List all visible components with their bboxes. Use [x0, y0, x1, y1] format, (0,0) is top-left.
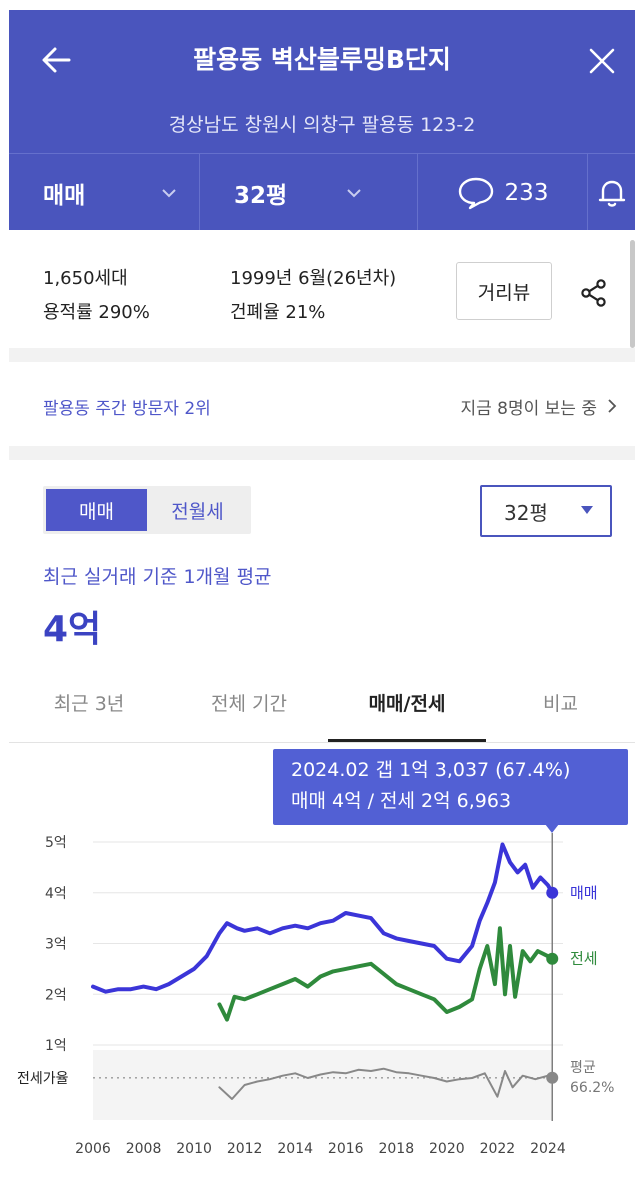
average-price: 4억 — [43, 609, 102, 650]
chevron-down-icon — [162, 189, 176, 198]
x-tick-label: 2010 — [176, 1141, 212, 1157]
chart-grid — [93, 841, 563, 1046]
complex-address: 경상남도 창원시 의창구 팔용동 123-2 — [168, 114, 476, 136]
y-tick-label: 3억 — [45, 937, 67, 953]
tab-all-period[interactable]: 전체 기간 — [169, 689, 329, 716]
app-frame: 팔용동 벽산블루밍B단지 경상남도 창원시 의창구 팔용동 123-2 매매 3… — [9, 0, 635, 1180]
y-tick-label: 5억 — [45, 835, 67, 851]
trade-segment: 매매 전월세 — [43, 486, 251, 534]
trade-type-label: 매매 — [43, 182, 86, 209]
chevron-down-icon — [347, 189, 361, 198]
complex-header: 팔용동 벽산블루밍B단지 경상남도 창원시 의창구 팔용동 123-2 매매 3… — [9, 10, 635, 231]
floor-area-ratio: 용적률 290% — [43, 302, 150, 323]
filter-bar: 매매 32평 233 — [9, 153, 635, 231]
divider — [9, 348, 635, 362]
visitor-rank: 팔용동 주간 방문자 2위 — [43, 399, 211, 419]
comments-button[interactable]: 233 — [418, 154, 588, 231]
end-markers: 매매전세평균 66.2% — [546, 884, 614, 1096]
x-tick-label: 2012 — [227, 1141, 263, 1157]
bell-icon — [598, 180, 625, 207]
ratio-band — [93, 1050, 553, 1120]
sale-end-label: 매매 — [570, 884, 598, 902]
size-label: 32평 — [234, 182, 288, 209]
chevron-right-icon — [608, 399, 617, 413]
x-tick-label: 2022 — [480, 1141, 516, 1157]
period-tabs: 최근 3년 전체 기간 매매/전세 비교 — [9, 665, 635, 743]
size-select[interactable]: 32평 — [480, 485, 612, 537]
jeonse-end-label: 전세 — [570, 950, 598, 968]
series-line-1 — [217, 926, 555, 1022]
viewers-now: 지금 8명이 보는 중 — [460, 399, 597, 419]
series-line-0 — [91, 842, 555, 994]
scrollbar[interactable] — [630, 240, 635, 348]
street-view-button[interactable]: 거리뷰 — [456, 262, 552, 320]
visitor-row[interactable]: 팔용동 주간 방문자 2위 지금 8명이 보는 중 — [9, 362, 635, 446]
divider — [9, 446, 635, 460]
comment-count: 233 — [504, 179, 549, 206]
close-icon[interactable] — [587, 46, 617, 76]
y-axis-ticks: 5억 4억 3억 2억 1억 — [45, 835, 67, 1054]
x-tick-label: 2020 — [429, 1141, 465, 1157]
built-year: 1999년 6월(26년차) — [230, 268, 397, 289]
tab-sale-jeonse[interactable]: 매매/전세 — [328, 689, 486, 716]
complex-info: 1,650세대 용적률 290% 1999년 6월(26년차) 건폐율 21% … — [9, 230, 635, 348]
chart-tooltip: 2024.02 갭 1억 3,037 (67.4%) 매매 4억 / 전세 2억… — [273, 749, 628, 825]
complex-title: 팔용동 벽산블루밍B단지 — [193, 45, 451, 74]
x-tick-label: 2018 — [378, 1141, 414, 1157]
households: 1,650세대 — [43, 268, 128, 289]
tab-compare[interactable]: 비교 — [486, 689, 635, 716]
share-icon[interactable] — [579, 278, 609, 308]
speech-bubble-icon — [458, 177, 493, 209]
y-tick-label: 2억 — [45, 987, 67, 1003]
ratio-end-value: 66.2% — [570, 1080, 614, 1096]
y-tick-label: 1억 — [45, 1038, 67, 1054]
tooltip-line-1: 2024.02 갭 1억 3,037 (67.4%) — [291, 759, 571, 781]
jeonse-end-dot — [546, 952, 559, 965]
tab-recent-3y[interactable]: 최근 3년 — [9, 689, 169, 716]
x-tick-label: 2014 — [277, 1141, 313, 1157]
tooltip-pointer-icon — [545, 824, 559, 833]
caret-down-icon — [581, 506, 593, 514]
x-tick-label: 2008 — [126, 1141, 162, 1157]
tooltip-line-2: 매매 4억 / 전세 2억 6,963 — [291, 790, 512, 812]
ratio-end-label: 평균 — [570, 1060, 596, 1076]
average-label: 최근 실거래 기준 1개월 평균 — [43, 566, 272, 588]
coverage-ratio: 건폐율 21% — [230, 302, 326, 323]
ratio-label: 전세가율 — [17, 1071, 69, 1087]
segment-rent[interactable]: 전월세 — [147, 489, 248, 531]
x-tick-label: 2016 — [328, 1141, 364, 1157]
size-select-value: 32평 — [504, 500, 548, 525]
x-axis-ticks: 2006 2008 2010 2012 2014 2016 2018 2020 2022 2024 — [75, 1141, 566, 1157]
trade-type-dropdown[interactable]: 매매 — [9, 154, 200, 231]
x-tick-label: 2024 — [530, 1141, 566, 1157]
y-tick-label: 4억 — [45, 886, 67, 902]
ratio-end-dot — [546, 1071, 559, 1084]
x-tick-label: 2006 — [75, 1141, 111, 1157]
segment-sale[interactable]: 매매 — [46, 489, 147, 531]
alarm-button[interactable] — [588, 154, 635, 231]
sale-end-dot — [546, 886, 559, 899]
size-dropdown[interactable]: 32평 — [200, 154, 418, 231]
active-tab-underline — [328, 739, 486, 742]
